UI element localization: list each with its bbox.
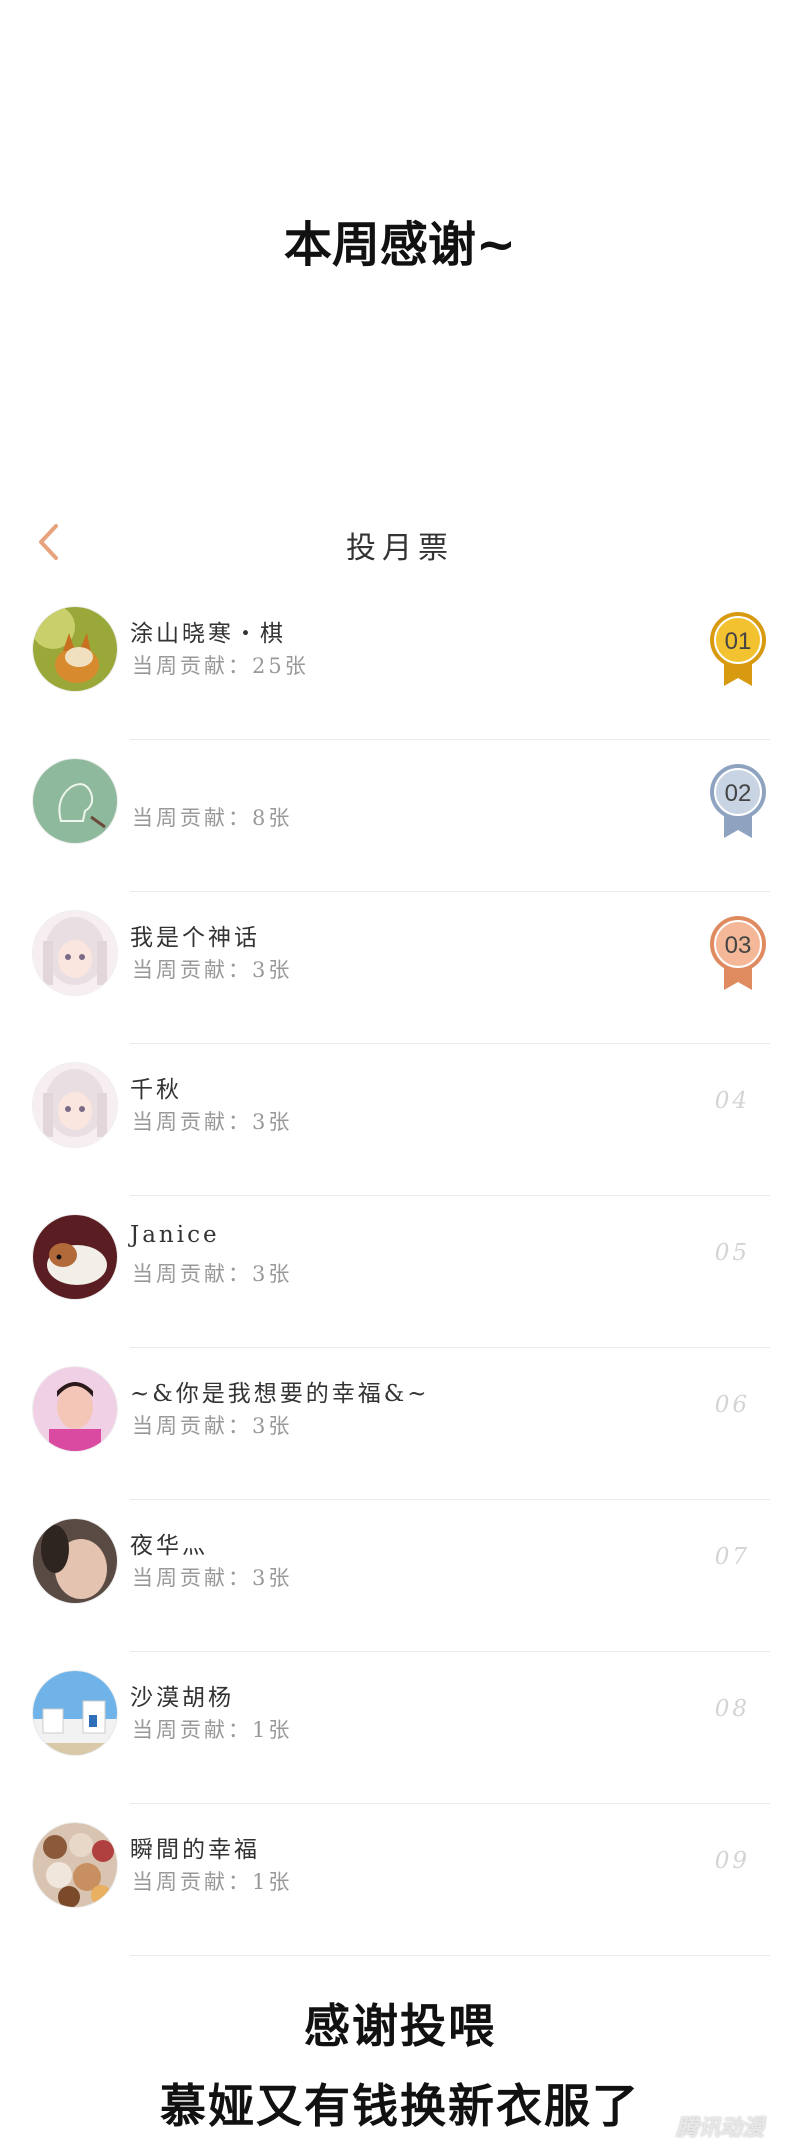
user-name: ~&你是我想要的幸福&~ <box>130 1381 430 1407</box>
seaside-village-avatar <box>33 1671 117 1755</box>
user-name: 涂山晓寒・棋 <box>130 621 286 647</box>
person-photo-avatar <box>33 1367 117 1451</box>
list-item[interactable]: Janice 当周贡献：3张 05 <box>0 1196 800 1348</box>
avatar[interactable] <box>32 910 118 996</box>
gold-medal-icon: 01 <box>706 610 770 688</box>
list-item[interactable]: 瞬間的幸福当周贡献：1张 09 <box>0 1804 800 1956</box>
contribution-count: 当周贡献：3张 <box>132 958 293 982</box>
avatar[interactable] <box>32 1214 118 1300</box>
contribution-count: 当周贡献：8张 <box>132 806 293 830</box>
list-item[interactable]: 沙漠胡杨当周贡献：1张 08 <box>0 1652 800 1804</box>
plush-toys-avatar <box>33 1823 117 1907</box>
user-name: Janice <box>130 1222 220 1248</box>
contribution-count: 当周贡献：3张 <box>132 1566 293 1590</box>
rank-number: 05 <box>714 1240 750 1266</box>
user-name: 沙漠胡杨 <box>130 1685 234 1711</box>
page-title: 本周感谢~ <box>283 217 517 273</box>
divider <box>130 1955 770 1956</box>
avatar[interactable] <box>32 758 118 844</box>
list-item[interactable]: 千秋当周贡献：3张 04 <box>0 1044 800 1196</box>
avatar[interactable] <box>32 606 118 692</box>
contribution-count: 当周贡献：3张 <box>132 1110 293 1134</box>
avatar[interactable] <box>32 1518 118 1604</box>
avatar[interactable] <box>32 1366 118 1452</box>
list-item[interactable]: 涂山晓寒・棋 当周贡献：25张 01 <box>0 588 800 740</box>
medal-rank: 02 <box>725 780 752 807</box>
list-item[interactable]: 当周贡献：8张 02 <box>0 740 800 892</box>
bronze-medal-icon: 03 <box>706 914 770 992</box>
rank-number: 08 <box>714 1696 750 1722</box>
medal-rank: 01 <box>725 628 752 655</box>
photo-avatar <box>33 1519 117 1603</box>
avatar[interactable] <box>32 1822 118 1908</box>
fox-avatar <box>33 607 117 691</box>
ranking-list: 涂山晓寒・棋 当周贡献：25张 01 当周贡献：8张 02 我是个神话当周贡献：3张 03 千… <box>0 588 800 1956</box>
user-name: 千秋 <box>130 1077 182 1103</box>
avatar[interactable] <box>32 1062 118 1148</box>
medal-rank: 03 <box>725 932 752 959</box>
contribution-count: 当周贡献：1张 <box>132 1870 293 1894</box>
contribution-count: 当周贡献：3张 <box>132 1414 293 1438</box>
nav-title: 投月票 <box>346 531 454 566</box>
user-name: 夜华灬 <box>130 1533 208 1559</box>
list-item[interactable]: ~&你是我想要的幸福&~ 当周贡献：3张 06 <box>0 1348 800 1500</box>
footer-line-1: 感谢投喂 <box>304 1999 496 2053</box>
rank-number: 07 <box>714 1544 750 1570</box>
rank-number: 09 <box>714 1848 750 1874</box>
default-profile-avatar <box>33 759 117 843</box>
anime-girl-avatar <box>33 911 117 995</box>
user-name: 瞬間的幸福 <box>130 1837 260 1863</box>
nav-bar: 投月票 <box>0 505 800 585</box>
list-item[interactable]: 我是个神话当周贡献：3张 03 <box>0 892 800 1044</box>
contribution-count: 当周贡献：25张 <box>132 654 309 678</box>
rank-number: 04 <box>714 1088 750 1114</box>
avatar[interactable] <box>32 1670 118 1756</box>
contribution-count: 当周贡献：3张 <box>132 1262 293 1286</box>
guinea-pig-avatar <box>33 1215 117 1299</box>
list-item[interactable]: 夜华灬当周贡献：3张 07 <box>0 1500 800 1652</box>
user-name: 我是个神话 <box>130 925 260 951</box>
watermark-logo: 腾讯动漫 <box>675 2116 764 2141</box>
rank-number: 06 <box>714 1392 750 1418</box>
anime-girl-avatar <box>33 1063 117 1147</box>
silver-medal-icon: 02 <box>706 762 770 840</box>
contribution-count: 当周贡献：1张 <box>132 1718 293 1742</box>
